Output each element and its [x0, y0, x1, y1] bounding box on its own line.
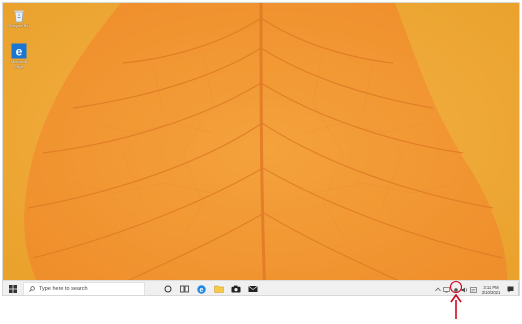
cortana-circle-icon — [164, 285, 171, 293]
desktop-icon-edge[interactable]: e Microsoft Edge — [6, 43, 32, 69]
windows-logo-icon — [9, 285, 17, 293]
svg-text:e: e — [16, 45, 23, 59]
tray-language-button[interactable] — [469, 282, 478, 296]
clock-date: 3/10/2021 — [481, 289, 501, 295]
notification-icon — [507, 286, 513, 293]
camera-icon — [231, 285, 240, 293]
chevron-up-icon — [434, 287, 441, 292]
taskbar-file-explorer-button[interactable] — [210, 281, 227, 295]
desktop-icon-label: Recycle Bin — [8, 23, 30, 28]
language-icon — [470, 286, 477, 293]
task-view-icon — [180, 285, 189, 293]
edge-icon: e — [197, 284, 206, 294]
taskbar-camera-button[interactable] — [227, 281, 244, 295]
desktop-icon-recycle-bin[interactable]: Recycle Bin — [6, 8, 32, 28]
highlighted-tray-icon — [453, 287, 458, 292]
tray-highlighted-button[interactable] — [451, 282, 460, 296]
recycle-bin-icon — [14, 10, 24, 23]
taskbar-mail-button[interactable] — [244, 281, 261, 295]
desktop-icon-label: Microsoft Edge — [10, 59, 28, 69]
tray-overflow-button[interactable] — [433, 282, 442, 296]
system-tray: 3:11 PM 3/10/2021 — [433, 281, 519, 296]
tray-network-button[interactable] — [442, 282, 451, 296]
edge-icon: e — [11, 43, 27, 59]
folder-icon — [213, 285, 224, 293]
leaf-wallpaper — [3, 3, 519, 295]
start-button[interactable] — [5, 281, 21, 295]
red-arrow — [450, 293, 462, 319]
tray-clock[interactable]: 3:11 PM 3/10/2021 — [478, 285, 504, 295]
taskbar: Type here to search e 3:11 PM 3/10/2021 — [3, 280, 519, 296]
action-center-button[interactable] — [504, 282, 516, 296]
taskbar-task-view-button[interactable] — [176, 281, 193, 295]
search-placeholder: Type here to search — [39, 286, 88, 292]
search-icon — [29, 286, 35, 292]
network-icon — [443, 286, 450, 292]
show-desktop-button[interactable] — [518, 282, 519, 295]
taskbar-edge-button[interactable]: e — [193, 281, 210, 295]
search-box[interactable]: Type here to search — [23, 281, 145, 295]
taskbar-cortana-button[interactable] — [159, 281, 176, 295]
svg-text:e: e — [200, 287, 204, 294]
desktop-screenshot: Recycle Bin e Microsoft Edge Type here t… — [2, 2, 520, 296]
mail-icon — [248, 286, 257, 292]
volume-icon — [461, 287, 468, 292]
tray-volume-button[interactable] — [460, 282, 469, 296]
